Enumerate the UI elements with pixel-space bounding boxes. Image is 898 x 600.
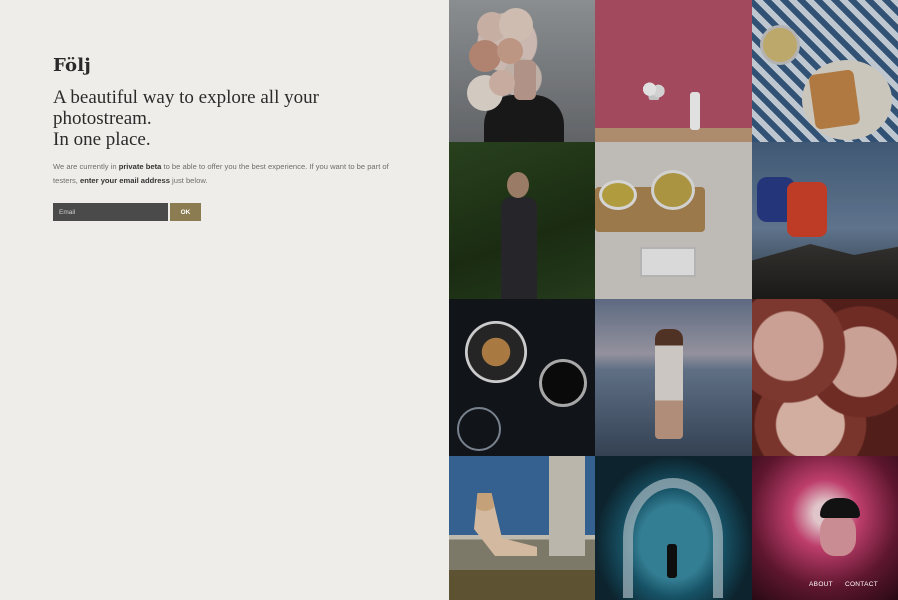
intro-panel: Följ A beautiful way to explore all your… — [0, 0, 449, 600]
ice-cave-photo[interactable] — [595, 456, 752, 600]
photo-grid — [449, 0, 898, 600]
contact-link[interactable]: CONTACT — [845, 581, 878, 588]
page-headline: A beautiful way to explore all your phot… — [53, 87, 383, 150]
coffee-bowl-photo[interactable] — [449, 299, 595, 456]
hiker-photo[interactable] — [752, 142, 898, 299]
protea-flowers-photo[interactable] — [752, 299, 898, 456]
intro-text-part-3: just below. — [169, 176, 208, 185]
headline-line-2: photostream. — [53, 108, 152, 129]
man-cap-photo[interactable] — [752, 456, 898, 600]
tea-tray-photo[interactable] — [595, 142, 752, 299]
intro-text: We are currently in private beta to be a… — [53, 160, 393, 188]
woman-chair-photo[interactable] — [449, 456, 595, 600]
intro-text-part-1: We are currently in — [53, 162, 119, 171]
submit-button[interactable]: OK — [170, 203, 201, 221]
brand-logo: Följ — [53, 55, 91, 76]
balloons-walker-photo[interactable] — [595, 0, 752, 142]
signup-form: Email OK — [53, 203, 201, 221]
man-on-grass-photo[interactable] — [449, 142, 595, 299]
beach-girl-photo[interactable] — [595, 299, 752, 456]
headline-line-1: A beautiful way to explore all your — [53, 87, 319, 108]
headline-line-3: In one place. — [53, 129, 151, 150]
about-link[interactable]: ABOUT — [809, 581, 833, 588]
intro-text-bold-1: private beta — [118, 162, 162, 171]
breakfast-table-photo[interactable] — [752, 0, 898, 142]
intro-text-bold-2: enter your email address — [80, 176, 170, 185]
flower-portrait-photo[interactable] — [449, 0, 595, 142]
footer-nav: ABOUT CONTACT — [809, 581, 878, 588]
email-field[interactable]: Email — [53, 203, 168, 221]
